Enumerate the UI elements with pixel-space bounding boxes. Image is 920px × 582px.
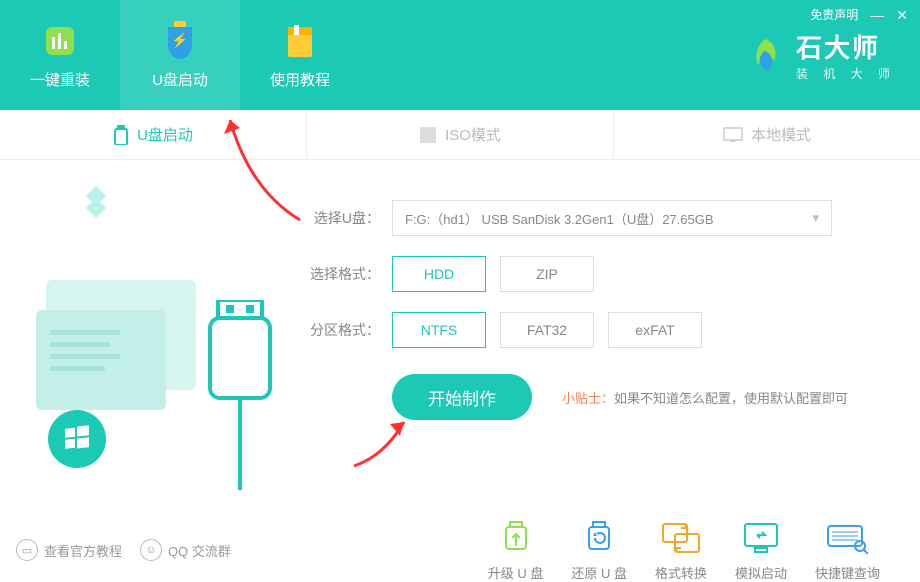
simulate-icon — [740, 519, 782, 557]
logo-subtitle: 装 机 大 师 — [796, 65, 896, 82]
upgrade-usb-icon — [495, 519, 537, 557]
restore-usb-icon — [578, 519, 620, 557]
subtab-usb[interactable]: U盘启动 — [0, 110, 307, 159]
logo-title: 石大师 — [796, 28, 896, 65]
tool-restore[interactable]: 还原 U 盘 — [571, 519, 627, 582]
form-area: 选择U盘： F:G:（hd1） USB SanDisk 3.2Gen1（U盘）2… — [300, 160, 920, 520]
tip-label: 小贴士： — [562, 391, 614, 406]
fs-exfat-option[interactable]: exFAT — [608, 312, 702, 348]
usb-shield-icon: ⚡ — [160, 21, 200, 61]
tool-shortcuts[interactable]: 快捷键查询 — [815, 519, 880, 582]
qq-group-link[interactable]: ☺ QQ 交流群 — [140, 539, 231, 561]
subtab-iso[interactable]: ISO模式 — [307, 110, 614, 159]
disclaimer-link[interactable]: 免责声明 — [810, 6, 858, 23]
select-format-label: 选择格式： — [300, 264, 380, 284]
usb-drive-icon — [113, 125, 129, 145]
select-usb-label: 选择U盘： — [300, 208, 380, 228]
book-icon — [280, 21, 320, 61]
people-icon: ☺ — [140, 539, 162, 561]
subtabs: U盘启动 ISO模式 本地模式 — [0, 110, 920, 160]
tool-simulate[interactable]: 模拟启动 — [735, 519, 787, 582]
keyboard-search-icon — [826, 519, 868, 557]
window-controls: 免责声明 — ✕ — [810, 6, 908, 23]
nav-usb-boot[interactable]: ⚡ U盘启动 — [120, 0, 240, 110]
nav-tutorial-label: 使用教程 — [270, 69, 330, 90]
nav-reinstall[interactable]: 一键重装 — [0, 0, 120, 110]
content-area: 选择U盘： F:G:（hd1） USB SanDisk 3.2Gen1（U盘）2… — [0, 160, 920, 520]
tip-text: 小贴士：如果不知道怎么配置，使用默认配置即可 — [562, 388, 848, 407]
monitor-icon — [723, 127, 743, 143]
app-header: 一键重装 ⚡ U盘启动 使用教程 石大师 装 机 大 师 免责声明 — ✕ — [0, 0, 920, 110]
subtab-usb-label: U盘启动 — [137, 124, 193, 145]
nav-reinstall-label: 一键重装 — [30, 69, 90, 90]
tool-convert[interactable]: 格式转换 — [655, 519, 707, 582]
usb-select-value: F:G:（hd1） USB SanDisk 3.2Gen1（U盘）27.65GB — [405, 209, 714, 228]
svg-text:⚡: ⚡ — [171, 32, 188, 49]
reinstall-icon — [40, 21, 80, 61]
book-open-icon: ▭ — [16, 539, 38, 561]
official-tutorial-link[interactable]: ▭ 查看官方教程 — [16, 539, 122, 561]
tool-icons: 升级 U 盘 还原 U 盘 格式转换 模拟启动 快捷键查询 — [488, 519, 904, 582]
format-zip-option[interactable]: ZIP — [500, 256, 594, 292]
tool-upgrade[interactable]: 升级 U 盘 — [488, 519, 544, 582]
nav-tutorial[interactable]: 使用教程 — [240, 0, 360, 110]
start-button[interactable]: 开始制作 — [392, 374, 532, 420]
bottom-bar: ▭ 查看官方教程 ☺ QQ 交流群 升级 U 盘 还原 U 盘 格式转换 模拟启… — [0, 520, 920, 580]
minimize-button[interactable]: — — [870, 8, 884, 22]
subtab-iso-label: ISO模式 — [445, 124, 501, 145]
subtab-local[interactable]: 本地模式 — [614, 110, 920, 159]
convert-icon — [660, 519, 702, 557]
illustration — [0, 160, 300, 520]
nav-usb-label: U盘启动 — [152, 69, 208, 90]
windows-badge-icon — [48, 410, 106, 468]
subtab-local-label: 本地模式 — [751, 124, 811, 145]
close-button[interactable]: ✕ — [896, 8, 908, 22]
fs-ntfs-option[interactable]: NTFS — [392, 312, 486, 348]
fs-fat32-option[interactable]: FAT32 — [500, 312, 594, 348]
iso-icon — [419, 126, 437, 144]
logo-icon — [746, 35, 786, 75]
partition-label: 分区格式： — [300, 320, 380, 340]
format-hdd-option[interactable]: HDD — [392, 256, 486, 292]
usb-select[interactable]: F:G:（hd1） USB SanDisk 3.2Gen1（U盘）27.65GB — [392, 200, 832, 236]
